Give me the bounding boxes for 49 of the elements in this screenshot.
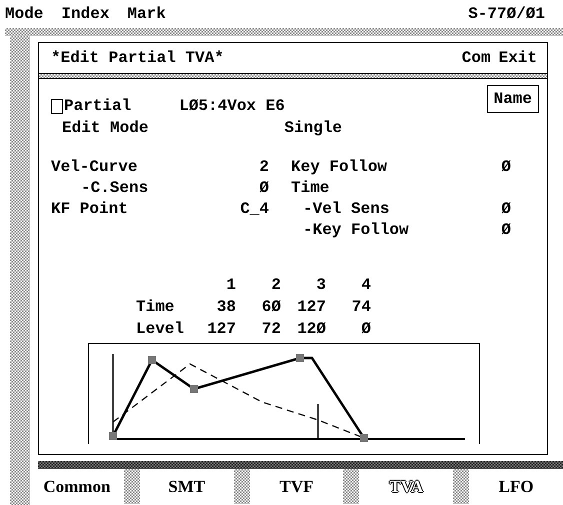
name-button[interactable]: Name [486,85,539,113]
tab-separator [124,469,140,504]
parameter-value: Ø [258,178,269,198]
column-header: 4 [360,275,371,296]
title-action-link[interactable]: Exit [498,49,537,67]
table-cell-text: 74 [350,297,371,318]
model-label: S-77Ø/Ø1 [468,5,545,23]
column-header: 2 [270,275,281,296]
menu-item[interactable]: Mode [5,5,44,23]
section-label: Time [291,178,330,198]
tab-separator [343,469,360,504]
parameter-value: C_4 [239,199,269,219]
table-cell-text: Ø [360,319,371,340]
table-cell-text: 38 [216,297,236,318]
tab-separator [453,469,470,504]
parameter-label: -Key Follow [302,220,410,240]
parameter-label: -Vel Sens [302,199,390,219]
parameter-value: Ø [500,157,511,177]
edit-mode-label: Edit Mode [62,119,148,137]
table-cell-text: 6Ø [260,297,281,318]
column-header: 3 [315,275,326,296]
edit-mode-value: Single [284,119,342,137]
parameter-label: Vel-Curve [51,157,138,177]
tab[interactable]: Common [30,469,124,504]
table-cell-text: 127 [206,319,236,340]
partial-label: Partial [64,97,132,115]
row-label: Time [136,297,176,318]
parameter-value: 2 [258,157,269,177]
menu-item[interactable]: Mark [127,5,166,23]
parameter-label: Key Follow [291,157,388,177]
tab[interactable]: TVF [250,469,344,504]
table-cell-text: 72 [260,319,281,340]
menu-item[interactable]: Index [61,5,110,23]
partial-checkbox[interactable] [51,98,63,114]
parameter-label: KF Point [51,199,129,219]
title-action-link[interactable]: Com [462,49,491,67]
tab[interactable]: SMT [140,469,234,504]
parameter-label: -C.Sens [80,178,150,198]
parameter-value: Ø [500,220,511,240]
partial-value: LØ5:4Vox E6 [179,97,285,115]
tab[interactable]: LFO [469,469,563,504]
column-header: 1 [225,275,236,296]
tab-separator [234,469,250,504]
table-cell-text: 127 [296,297,326,318]
table-cell-text: 12Ø [296,319,326,340]
row-label: Level [136,319,186,340]
parameter-value: Ø [500,199,511,219]
dialog-title: *Edit Partial TVA* [51,49,224,67]
tab[interactable]: TVA [359,469,454,504]
